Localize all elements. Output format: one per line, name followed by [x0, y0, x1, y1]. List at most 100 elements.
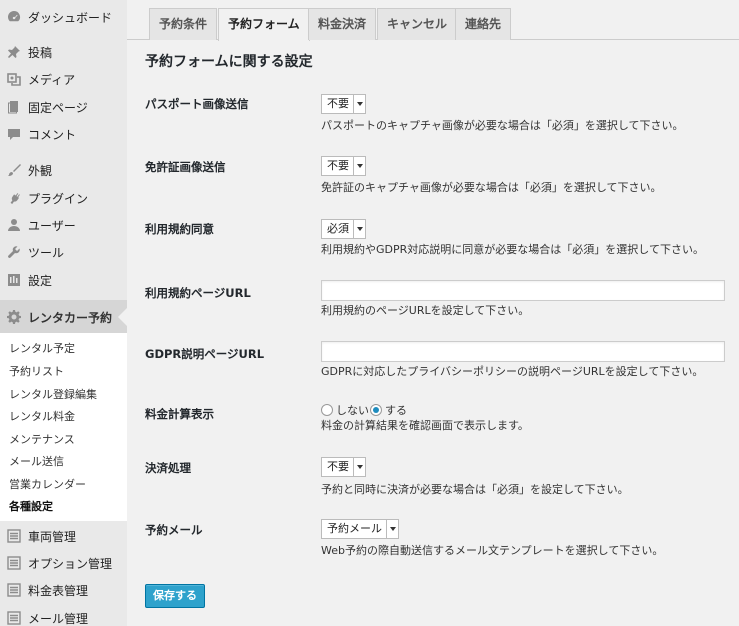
gdpr-url-input[interactable] [321, 341, 725, 362]
rentacar-submenu: レンタル予定 予約リスト レンタル登録編集 レンタル料金 メンテナンス メール送… [0, 333, 127, 521]
radio-label-no[interactable]: しない [336, 402, 369, 418]
select-value: 不要 [327, 97, 349, 110]
menu-label: 投稿 [28, 45, 53, 60]
passport-select[interactable]: 不要 [321, 94, 366, 114]
list-icon [7, 556, 21, 570]
radio-display[interactable] [370, 404, 382, 416]
terms-url-input[interactable] [321, 280, 725, 301]
menu-label: オプション管理 [28, 556, 113, 571]
brush-icon [7, 163, 21, 177]
menu-posts[interactable]: 投稿 [0, 39, 127, 65]
menu-media[interactable]: メディア [0, 66, 127, 92]
menu-label: ダッシュボード [28, 10, 113, 25]
menu-label: ユーザー [28, 218, 76, 233]
mail-label: 予約メール [145, 523, 203, 537]
price-display-desc: 料金の計算結果を確認画面で表示します。 [321, 419, 529, 432]
price-display-label: 料金計算表示 [145, 407, 214, 421]
mail-template-select[interactable]: 予約メール [321, 519, 399, 539]
menu-mail[interactable]: メール管理 [0, 605, 127, 626]
menu-vehicle[interactable]: 車両管理 [0, 523, 127, 549]
terms-url-label: 利用規約ページURL [145, 286, 251, 300]
submenu-reservation-list[interactable]: 予約リスト [9, 363, 64, 379]
select-value: 予約メール [327, 522, 382, 535]
chevron-down-icon [353, 458, 365, 476]
settings-icon [7, 273, 21, 287]
select-value: 不要 [327, 460, 349, 473]
menu-label: 固定ページ [28, 100, 88, 115]
submenu-settings[interactable]: 各種設定 [9, 498, 53, 514]
gdpr-url-label: GDPR説明ページURL [145, 347, 265, 361]
payment-select[interactable]: 不要 [321, 457, 366, 477]
menu-label: ツール [28, 245, 65, 260]
menu-label: 料金表管理 [28, 583, 89, 598]
menu-label: レンタカー予約 [28, 310, 113, 325]
submenu-rental-edit[interactable]: レンタル登録編集 [9, 386, 97, 402]
license-desc: 免許証のキャプチャ画像が必要な場合は「必須」を選択して下さい。 [321, 181, 662, 194]
mail-desc: Web予約の際自動送信するメール文テンプレートを選択して下さい。 [321, 544, 664, 557]
menu-label: コメント [28, 127, 77, 142]
current-indicator [118, 308, 127, 326]
radio-label-yes[interactable]: する [385, 402, 407, 418]
passport-label: パスポート画像送信 [145, 97, 249, 111]
page-title: 予約フォームに関する設定 [145, 54, 313, 70]
payment-desc: 予約と同時に決済が必要な場合は「必須」を設定して下さい。 [321, 483, 629, 496]
license-select[interactable]: 不要 [321, 156, 366, 176]
main-content: 予約条件 予約フォーム 料金決済 キャンセル 連絡先 予約フォームに関する設定 … [127, 0, 739, 626]
list-icon [7, 583, 21, 597]
pin-icon [7, 45, 21, 59]
gdpr-url-desc: GDPRに対応したプライバシーポリシーの説明ページURLを設定して下さい。 [321, 365, 704, 378]
comment-icon [7, 127, 21, 141]
menu-label: メール管理 [28, 611, 89, 626]
menu-rentacar[interactable]: レンタカー予約 [0, 300, 127, 334]
wrench-icon [7, 245, 21, 259]
terms-label: 利用規約同意 [145, 222, 214, 236]
terms-url-desc: 利用規約のページURLを設定して下さい。 [321, 304, 530, 317]
passport-desc: パスポートのキャプチャ画像が必要な場合は「必須」を選択して下さい。 [321, 119, 684, 132]
tab-reservation-form[interactable]: 予約フォーム [218, 8, 310, 41]
plugin-icon [7, 191, 21, 205]
menu-settings[interactable]: 設定 [0, 267, 127, 293]
submenu-business-calendar[interactable]: 営業カレンダー [9, 476, 86, 492]
submenu-rental-price[interactable]: レンタル料金 [9, 408, 75, 424]
menu-label: 設定 [28, 273, 53, 288]
menu-label: 外観 [28, 163, 53, 178]
list-icon [7, 611, 21, 625]
gear-icon [7, 310, 21, 324]
media-icon [7, 72, 21, 86]
submenu-mail-send[interactable]: メール送信 [9, 453, 64, 469]
menu-price-table[interactable]: 料金表管理 [0, 577, 127, 603]
page-icon [7, 100, 21, 114]
menu-tools[interactable]: ツール [0, 239, 127, 265]
menu-appearance[interactable]: 外観 [0, 157, 127, 183]
menu-plugins[interactable]: プラグイン [0, 185, 127, 211]
terms-select[interactable]: 必須 [321, 219, 366, 239]
admin-sidebar: ダッシュボード 投稿 メディア 固定ページ コメント 外観 プラグイン ユーザー… [0, 0, 127, 626]
chevron-down-icon [353, 220, 365, 238]
menu-label: プラグイン [28, 191, 89, 206]
list-icon [7, 529, 21, 543]
menu-pages[interactable]: 固定ページ [0, 94, 127, 120]
chevron-down-icon [353, 95, 365, 113]
price-display-radios: しない する [321, 402, 408, 418]
tab-reservation-conditions[interactable]: 予約条件 [149, 8, 218, 40]
user-icon [7, 218, 21, 232]
chevron-down-icon [353, 157, 365, 175]
tab-contact[interactable]: 連絡先 [455, 8, 512, 40]
menu-dashboard[interactable]: ダッシュボード [0, 4, 127, 30]
terms-desc: 利用規約やGDPR対応説明に同意が必要な場合は「必須」を選択して下さい。 [321, 243, 704, 256]
select-value: 必須 [327, 222, 349, 235]
radio-no-display[interactable] [321, 404, 333, 416]
chevron-down-icon [386, 520, 398, 538]
payment-label: 決済処理 [145, 461, 191, 475]
tab-payment[interactable]: 料金決済 [308, 8, 377, 40]
submenu-maintenance[interactable]: メンテナンス [9, 431, 75, 447]
menu-comments[interactable]: コメント [0, 121, 127, 147]
menu-label: 車両管理 [28, 529, 77, 544]
menu-options[interactable]: オプション管理 [0, 550, 127, 576]
save-button[interactable]: 保存する [145, 584, 205, 608]
tab-cancel[interactable]: キャンセル [377, 8, 458, 40]
menu-users[interactable]: ユーザー [0, 212, 127, 238]
submenu-rental-schedule[interactable]: レンタル予定 [9, 340, 75, 356]
dashboard-icon [7, 10, 21, 24]
settings-tabs: 予約条件 予約フォーム 料金決済 キャンセル 連絡先 [127, 0, 739, 41]
